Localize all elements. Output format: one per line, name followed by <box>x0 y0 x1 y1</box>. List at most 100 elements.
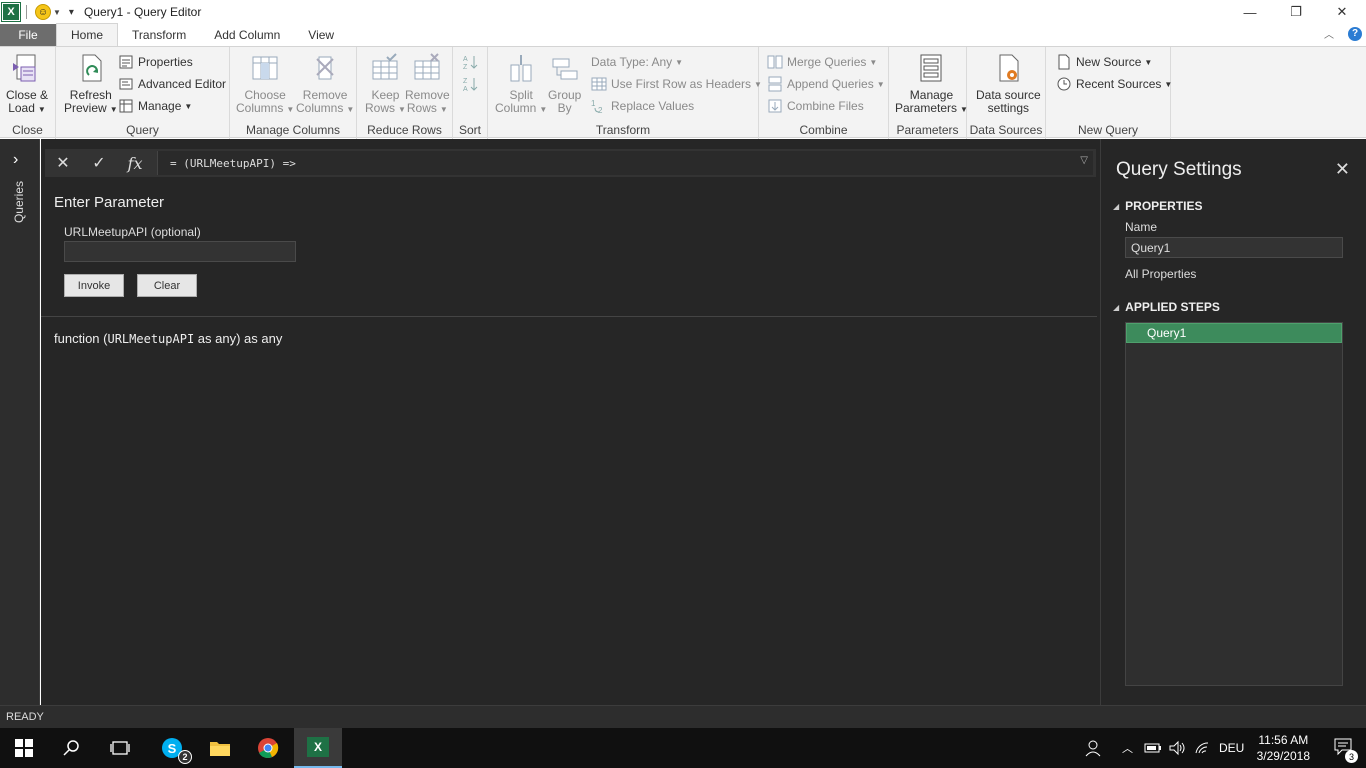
applied-steps-section-header[interactable]: ◢ APPLIED STEPS <box>1113 300 1220 314</box>
keep-rows-button[interactable]: Keep Rows ▼ <box>365 53 406 116</box>
group-label-close: Close <box>12 123 43 137</box>
collapse-ribbon-icon[interactable]: ︿ <box>1324 26 1334 41</box>
search-icon[interactable] <box>48 728 96 768</box>
split-column-button[interactable]: Split Column ▼ <box>495 53 547 116</box>
window-title: Query1 - Query Editor <box>83 5 202 19</box>
windows-start-icon[interactable] <box>0 728 48 768</box>
commit-formula-icon[interactable]: ✓ <box>81 149 117 177</box>
people-icon[interactable] <box>1084 728 1102 768</box>
volume-icon[interactable] <box>1168 728 1186 768</box>
replace-values-button[interactable]: 12 Replace Values <box>591 97 694 115</box>
choose-columns-label-2: Columns ▼ <box>236 101 295 115</box>
close-pane-icon[interactable]: ✕ <box>1335 159 1350 180</box>
remove-columns-button[interactable]: Remove Columns ▼ <box>296 53 354 116</box>
excel-logo-icon[interactable]: X <box>1 2 21 22</box>
refresh-icon <box>82 54 102 82</box>
group-manage-columns: Choose Columns ▼ Remove Columns ▼ Manage C… <box>230 47 357 139</box>
formula-input[interactable]: = (URLMeetupAPI) => <box>157 151 1093 175</box>
sort-ascending-button[interactable]: AZ <box>462 53 482 71</box>
help-icon[interactable]: ? <box>1348 26 1362 41</box>
wifi-icon[interactable] <box>1194 728 1210 768</box>
file-explorer-icon[interactable] <box>196 728 244 768</box>
properties-button[interactable]: Properties <box>118 53 193 71</box>
formula-expand-chevron-icon[interactable]: ▽ <box>1080 155 1088 166</box>
sort-descending-button[interactable]: ZA <box>462 75 482 93</box>
tab-home[interactable]: Home <box>56 23 119 46</box>
combine-files-button[interactable]: Combine Files <box>767 97 864 115</box>
recent-sources-icon <box>1057 77 1071 91</box>
show-hidden-icons-icon[interactable]: ︿ <box>1122 728 1133 768</box>
tab-add-column[interactable]: Add Column <box>200 24 294 46</box>
group-new-query: New Source ▼ Recent Sources ▼ New Query <box>1046 47 1172 139</box>
cancel-formula-icon[interactable]: ✕ <box>45 149 81 177</box>
minimize-button[interactable]: — <box>1227 0 1273 24</box>
title-bar: X ☺ ▼ ▾ Query1 - Query Editor — ❐ ✕ <box>0 0 1366 24</box>
tab-file[interactable]: File <box>0 24 56 46</box>
manage-parameters-button[interactable]: Manage Parameters ▼ <box>895 53 968 116</box>
parameter-input[interactable] <box>64 241 296 262</box>
group-data-sources: Data source settings Data Sources <box>967 47 1046 139</box>
skype-icon[interactable]: S 2 <box>148 728 196 768</box>
group-query: Refresh Preview ▼ Properties Advanced Edi… <box>56 47 230 139</box>
close-load-button[interactable]: Close & Load ▼ <box>6 53 48 116</box>
group-label-query: Query <box>126 123 159 137</box>
remove-rows-button[interactable]: Remove Rows ▼ <box>405 53 450 116</box>
quick-access-customize-icon[interactable]: ▾ <box>69 7 74 18</box>
manage-button[interactable]: Manage ▼ <box>118 97 192 115</box>
svg-text:2: 2 <box>598 106 603 114</box>
append-queries-button[interactable]: Append Queries ▼ <box>767 75 885 93</box>
queries-pane: › Queries <box>0 139 40 705</box>
data-source-settings-button[interactable]: Data source settings <box>976 53 1041 115</box>
invoke-button[interactable]: Invoke <box>64 274 124 297</box>
parameter-field-label: URLMeetupAPI (optional) <box>64 225 201 239</box>
query-name-input[interactable]: Query1 <box>1125 237 1343 258</box>
smiley-feedback-icon[interactable]: ☺ <box>35 4 51 20</box>
manage-parameters-label-2: Parameters ▼ <box>895 101 968 115</box>
group-label-reduce-rows: Reduce Rows <box>367 123 442 137</box>
expand-queries-icon[interactable]: › <box>13 151 18 169</box>
queries-pane-label[interactable]: Queries <box>12 181 26 223</box>
choose-columns-icon <box>252 56 278 80</box>
notifications-icon[interactable]: 3 <box>1334 738 1358 763</box>
choose-columns-button[interactable]: Choose Columns ▼ <box>236 53 294 116</box>
use-first-row-as-headers-button[interactable]: Use First Row as Headers ▼ <box>591 75 762 93</box>
advanced-editor-button[interactable]: Advanced Editor <box>118 75 226 93</box>
all-properties-link[interactable]: All Properties <box>1125 267 1196 281</box>
input-language[interactable]: DEU <box>1219 728 1244 768</box>
chevron-down-icon[interactable]: ▼ <box>53 8 61 17</box>
chrome-icon[interactable] <box>244 728 292 768</box>
name-label: Name <box>1125 220 1158 234</box>
clock-time: 11:56 AM <box>1258 733 1309 747</box>
properties-icon <box>119 55 133 69</box>
restore-button[interactable]: ❐ <box>1273 0 1319 24</box>
main-area: ✕ ✓ fx = (URLMeetupAPI) => ▽ Enter Param… <box>41 139 1100 705</box>
properties-section-header[interactable]: ◢ PROPERTIES <box>1113 199 1203 213</box>
data-type-dropdown[interactable]: Data Type: Any ▼ <box>591 53 683 71</box>
tab-view[interactable]: View <box>294 24 348 46</box>
excel-taskbar-icon[interactable]: X <box>294 728 342 768</box>
formula-bar: ✕ ✓ fx = (URLMeetupAPI) => ▽ <box>45 149 1096 177</box>
applied-steps-list: Query1 <box>1125 322 1343 686</box>
manage-parameters-icon <box>920 54 942 82</box>
clock-date: 3/29/2018 <box>1256 749 1310 763</box>
remove-columns-icon <box>316 56 334 80</box>
refresh-preview-button[interactable]: Refresh Preview ▼ <box>64 53 118 116</box>
system-clock[interactable]: 11:56 AM 3/29/2018 <box>1257 732 1310 764</box>
tab-transform[interactable]: Transform <box>118 24 200 46</box>
applied-step-item[interactable]: Query1 <box>1126 323 1342 343</box>
split-column-label-2: Column ▼ <box>495 101 548 115</box>
close-window-button[interactable]: ✕ <box>1319 0 1365 24</box>
group-by-button[interactable]: Group By <box>548 53 581 115</box>
new-source-button[interactable]: New Source ▼ <box>1056 53 1152 71</box>
fx-icon[interactable]: fx <box>117 149 153 177</box>
battery-icon[interactable] <box>1144 728 1162 768</box>
clear-button[interactable]: Clear <box>137 274 197 297</box>
task-view-icon[interactable] <box>96 728 144 768</box>
ribbon-tabs: File Home Transform Add Column View ︿ ? <box>0 23 1366 46</box>
notifications-count: 3 <box>1345 750 1358 763</box>
append-queries-icon <box>768 76 782 92</box>
taskbar: S 2 X ︿ DEU 11:56 AM 3/29/2018 3 <box>0 728 1366 768</box>
merge-queries-button[interactable]: Merge Queries ▼ <box>767 53 877 71</box>
close-load-label-2: Load ▼ <box>8 101 46 115</box>
recent-sources-button[interactable]: Recent Sources ▼ <box>1056 75 1172 93</box>
